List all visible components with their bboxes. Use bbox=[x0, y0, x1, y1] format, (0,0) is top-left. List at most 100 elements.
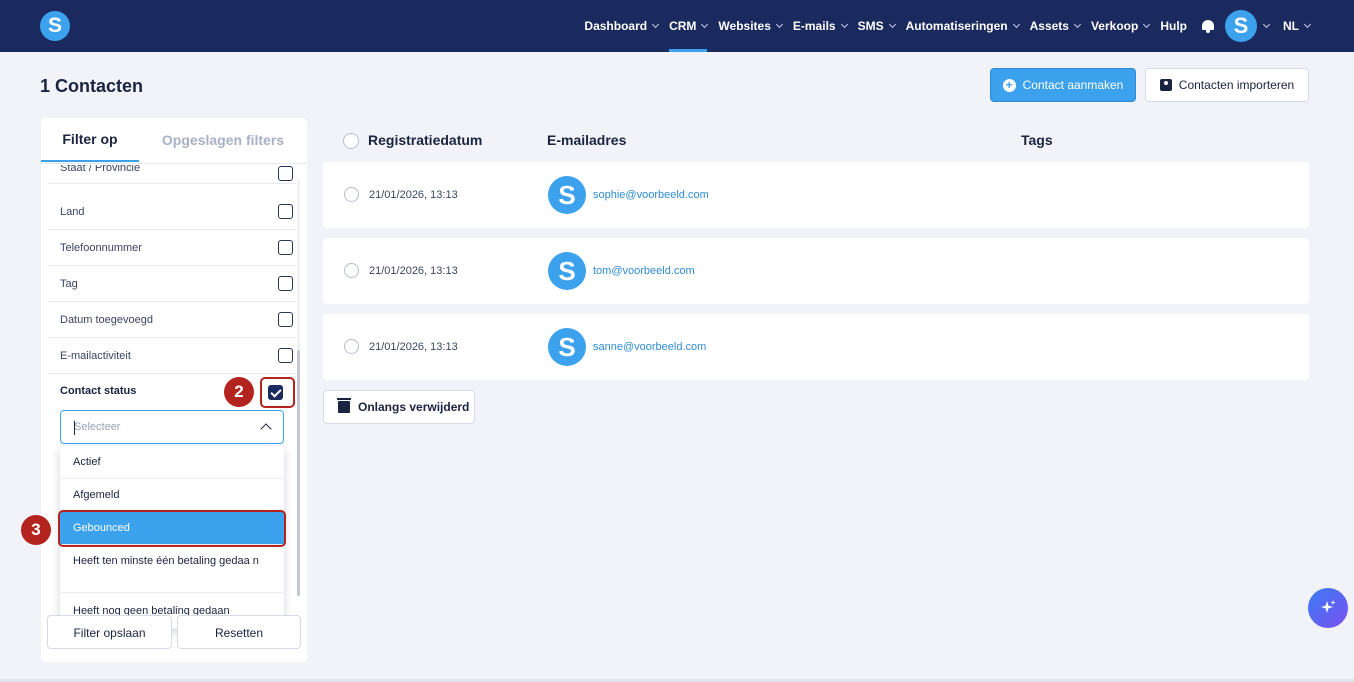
filter-label: Tag bbox=[60, 277, 78, 290]
avatar: S bbox=[548, 252, 586, 290]
language-label: NL bbox=[1283, 19, 1299, 33]
chevron-down-icon bbox=[1143, 20, 1151, 29]
filter-label: E-mailactiviteit bbox=[60, 349, 131, 362]
nav-hulp[interactable]: Hulp bbox=[1160, 0, 1187, 52]
nav-label: Dashboard bbox=[584, 19, 648, 33]
email-link[interactable]: sophie@voorbeeld.com bbox=[593, 189, 709, 201]
column-e-mailadres[interactable]: E-mailadres bbox=[547, 132, 626, 148]
row-select-radio[interactable] bbox=[344, 187, 359, 202]
tab-filter-op[interactable]: Filter op bbox=[41, 118, 139, 162]
nav-sms[interactable]: SMS bbox=[857, 0, 896, 52]
email-link[interactable]: tom@voorbeeld.com bbox=[593, 265, 695, 277]
create-contact-button[interactable]: + Contact aanmaken bbox=[990, 68, 1136, 102]
trash-icon bbox=[337, 398, 351, 413]
sparkle-icon bbox=[1321, 600, 1336, 613]
table-row[interactable]: 21/01/2026, 13:13 S tom@voorbeeld.com bbox=[323, 238, 1309, 304]
registration-date: 21/01/2026, 13:13 bbox=[369, 265, 458, 277]
filter-label: Staat / Provincie bbox=[60, 165, 141, 174]
filter-checkbox[interactable] bbox=[278, 312, 293, 327]
chevron-down-icon bbox=[840, 20, 848, 29]
column-registratiedatum[interactable]: Registratiedatum bbox=[368, 132, 482, 148]
import-contacts-button[interactable]: Contacten importeren bbox=[1145, 68, 1309, 102]
language-switcher[interactable]: NL bbox=[1283, 0, 1312, 52]
filter-panel: Filter op Opgeslagen filters Staat / Pro… bbox=[41, 118, 307, 662]
nav-websites[interactable]: Websites bbox=[718, 0, 783, 52]
nav-label: E-mails bbox=[792, 19, 836, 33]
main-nav: Dashboard CRM Websites E-mails SMS Autom… bbox=[573, 0, 1312, 52]
contact-card-icon bbox=[1159, 79, 1172, 91]
avatar: S bbox=[548, 176, 586, 214]
filter-label: Land bbox=[60, 205, 85, 218]
tab-divider bbox=[41, 163, 307, 164]
button-label: Contacten importeren bbox=[1178, 78, 1295, 92]
nav-automatiseringen[interactable]: Automatiseringen bbox=[905, 0, 1020, 52]
app-logo[interactable]: S bbox=[40, 11, 70, 41]
nav-assets[interactable]: Assets bbox=[1029, 0, 1082, 52]
filter-row-telefoonnummer: Telefoonnummer bbox=[48, 230, 296, 266]
nav-crm[interactable]: CRM bbox=[669, 0, 709, 52]
filter-row-datum-toegevoegd: Datum toegevoegd bbox=[48, 302, 296, 338]
registration-date: 21/01/2026, 13:13 bbox=[369, 341, 458, 353]
filter-checkbox[interactable] bbox=[278, 240, 293, 255]
chevron-down-icon bbox=[888, 20, 896, 29]
contact-status-checkbox[interactable] bbox=[268, 385, 283, 400]
filter-checkbox[interactable] bbox=[278, 276, 293, 291]
nav-label: Automatiseringen bbox=[905, 19, 1008, 33]
select-placeholder: Selecteer bbox=[74, 421, 121, 433]
contact-status-select[interactable]: Selecteer bbox=[60, 410, 284, 444]
chevron-down-icon bbox=[1303, 20, 1312, 29]
filter-label: Datum toegevoegd bbox=[60, 313, 153, 326]
contact-status-label: Contact status bbox=[60, 385, 137, 397]
select-all-radio[interactable] bbox=[343, 133, 359, 149]
chevron-down-icon bbox=[1073, 20, 1082, 29]
option-actief[interactable]: Actief bbox=[60, 446, 284, 479]
user-avatar[interactable]: S bbox=[1225, 10, 1257, 42]
annotation-highlight-option bbox=[58, 510, 286, 547]
bell-icon[interactable] bbox=[1201, 19, 1215, 33]
nav-label: Hulp bbox=[1160, 19, 1187, 33]
filter-checkbox[interactable] bbox=[278, 348, 293, 363]
registration-date: 21/01/2026, 13:13 bbox=[369, 189, 458, 201]
nav-label: CRM bbox=[669, 19, 697, 33]
column-tags[interactable]: Tags bbox=[1021, 132, 1053, 148]
scrollbar-thumb[interactable] bbox=[297, 350, 300, 596]
reset-filter-button[interactable]: Resetten bbox=[177, 615, 301, 649]
filter-row-e-mailactiviteit: E-mailactiviteit bbox=[48, 338, 296, 374]
nav-label: SMS bbox=[857, 19, 884, 33]
ai-assistant-button[interactable] bbox=[1308, 588, 1348, 628]
annotation-badge-3: 3 bbox=[21, 515, 51, 545]
avatar: S bbox=[548, 328, 586, 366]
filter-label: Telefoonnummer bbox=[60, 241, 142, 254]
option-afgemeld[interactable]: Afgemeld bbox=[60, 479, 284, 512]
save-filter-button[interactable]: Filter opslaan bbox=[47, 615, 172, 649]
option-betaling-gedaan[interactable]: Heeft ten minste één betaling gedaa n bbox=[60, 545, 284, 593]
filter-row-land: Land bbox=[48, 194, 296, 230]
button-label: Contact aanmaken bbox=[1022, 78, 1124, 92]
table-row[interactable]: 21/01/2026, 13:13 S sanne@voorbeeld.com bbox=[323, 314, 1309, 380]
nav-dashboard[interactable]: Dashboard bbox=[584, 0, 660, 52]
chevron-up-icon[interactable] bbox=[260, 423, 272, 435]
tab-saved-filters[interactable]: Opgeslagen filters bbox=[139, 118, 307, 162]
plus-circle-icon: + bbox=[1002, 78, 1016, 92]
email-link[interactable]: sanne@voorbeeld.com bbox=[593, 341, 706, 353]
row-select-radio[interactable] bbox=[344, 263, 359, 278]
nav-emails[interactable]: E-mails bbox=[792, 0, 848, 52]
chevron-down-icon[interactable] bbox=[1262, 20, 1271, 29]
table-row[interactable]: 21/01/2026, 13:13 S sophie@voorbeeld.com bbox=[323, 162, 1309, 228]
filter-checkbox[interactable] bbox=[278, 204, 293, 219]
recently-deleted-button[interactable]: Onlangs verwijderd bbox=[323, 390, 475, 424]
filter-row-tag: Tag bbox=[48, 266, 296, 302]
filter-row-partial: Staat / Provincie bbox=[48, 165, 296, 184]
chevron-down-icon bbox=[1012, 20, 1020, 29]
filter-checkbox[interactable] bbox=[278, 166, 293, 181]
top-navbar: S Dashboard CRM Websites E-mails SMS Aut… bbox=[0, 0, 1354, 52]
chevron-down-icon bbox=[775, 20, 783, 29]
text-cursor bbox=[74, 421, 75, 435]
row-select-radio[interactable] bbox=[344, 339, 359, 354]
page-title: 1 Contacten bbox=[40, 76, 144, 96]
nav-label: Verkoop bbox=[1090, 19, 1139, 33]
chevron-down-icon bbox=[701, 20, 709, 29]
nav-label: Assets bbox=[1029, 19, 1069, 33]
nav-verkoop[interactable]: Verkoop bbox=[1090, 0, 1151, 52]
button-label: Onlangs verwijderd bbox=[358, 400, 470, 414]
